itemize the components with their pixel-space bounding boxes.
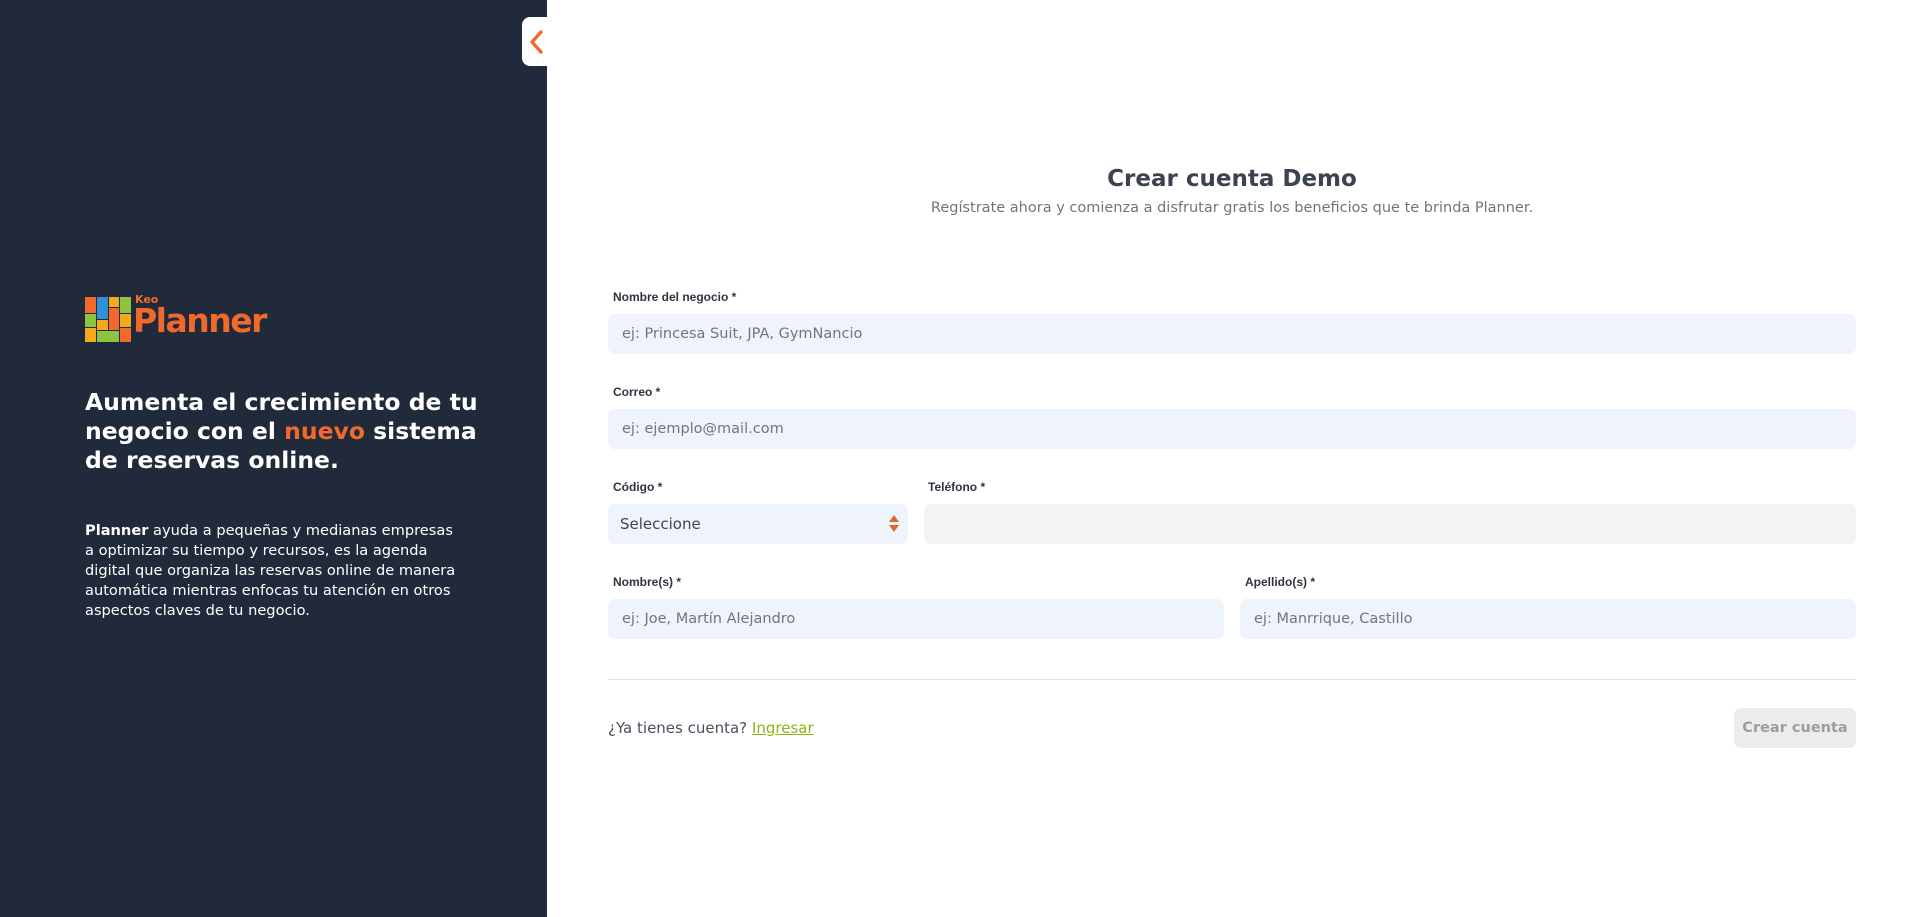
keo-planner-logo: Keo Planner: [85, 293, 285, 345]
desc-brand: Planner: [85, 522, 149, 539]
country-code-label: Código *: [613, 480, 663, 494]
last-name-input[interactable]: [1240, 599, 1856, 639]
country-code-value: Seleccione: [620, 515, 701, 533]
login-prompt: ¿Ya tienes cuenta? Ingresar: [608, 719, 814, 737]
email-label: Correo *: [613, 385, 661, 399]
have-account-text: ¿Ya tienes cuenta?: [608, 719, 748, 737]
form-divider: [608, 679, 1856, 680]
first-name-label: Nombre(s) *: [613, 575, 682, 589]
country-code-select[interactable]: Seleccione: [608, 504, 908, 544]
business-name-label: Nombre del negocio *: [613, 290, 737, 304]
left-panel: Keo Planner Aumenta el crecimiento de tu…: [0, 0, 547, 917]
create-account-button[interactable]: Crear cuenta: [1734, 708, 1856, 748]
business-name-input[interactable]: [608, 314, 1856, 354]
logo-planner-text: Planner: [133, 301, 267, 340]
left-headline: Aumenta el crecimiento de tu negocio con…: [85, 388, 485, 475]
last-name-label: Apellido(s) *: [1245, 575, 1316, 589]
first-name-input[interactable]: [608, 599, 1224, 639]
email-input[interactable]: [608, 409, 1856, 449]
chevron-left-icon: [530, 30, 543, 54]
headline-accent: nuevo: [284, 417, 365, 445]
phone-input[interactable]: [924, 504, 1856, 544]
select-arrows-icon: [889, 515, 899, 533]
collapse-panel-button[interactable]: [522, 17, 549, 66]
form-title: Crear cuenta Demo: [1107, 166, 1357, 192]
logo-mark-icon: [85, 297, 131, 342]
phone-label: Teléfono *: [928, 480, 986, 494]
login-link[interactable]: Ingresar: [752, 719, 814, 737]
form-subtitle: Regístrate ahora y comienza a disfrutar …: [930, 200, 1534, 216]
left-description: Planner ayuda a pequeñas y medianas empr…: [85, 521, 465, 621]
